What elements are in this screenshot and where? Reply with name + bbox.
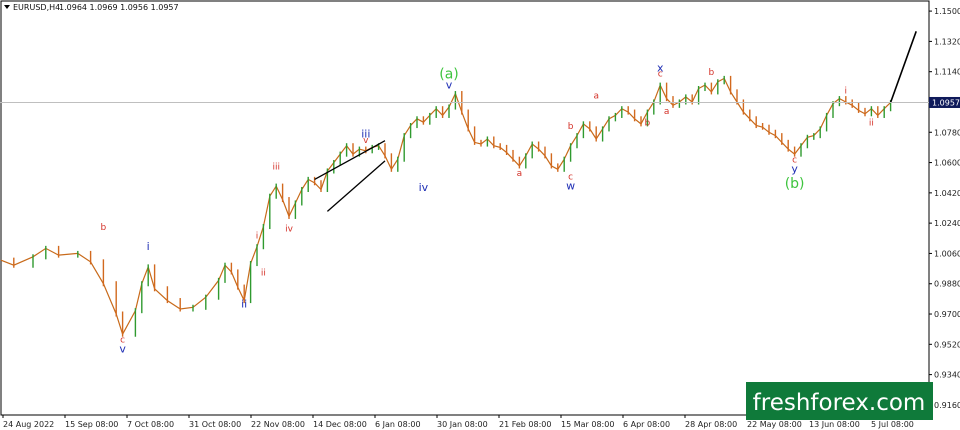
x-tick-label: 5 Jul 08:00 bbox=[871, 420, 914, 429]
y-tick-label: 0.9880 bbox=[934, 280, 960, 289]
y-tick-label: 1.0060 bbox=[934, 249, 960, 258]
wave-label: (b) bbox=[785, 176, 805, 192]
wave-label: i bbox=[256, 231, 259, 241]
y-tick-label: 1.1500 bbox=[934, 7, 960, 16]
wave-label: iv bbox=[419, 181, 429, 194]
y-tick-label: 1.0240 bbox=[934, 219, 960, 228]
wave-label: b bbox=[645, 119, 651, 129]
price-chart[interactable]: bcviiiiiiiiiiviiiviv(a)vabcwabxcabcy(b)i… bbox=[0, 0, 960, 430]
x-tick-label: 6 Apr 08:00 bbox=[623, 420, 670, 429]
x-tick-label: 7 Oct 08:00 bbox=[127, 420, 174, 429]
x-tick-label: 24 Aug 2022 bbox=[3, 420, 54, 429]
x-tick-label: 15 Sep 08:00 bbox=[65, 420, 118, 429]
x-tick-label: 28 Apr 08:00 bbox=[685, 420, 737, 429]
wave-label: ii bbox=[241, 297, 247, 310]
y-tick-label: 0.9160 bbox=[934, 401, 960, 410]
symbol-label: EURUSD,H4 bbox=[13, 3, 60, 12]
wave-label: b bbox=[709, 68, 715, 78]
wave-label: c bbox=[658, 70, 663, 80]
wave-label: ii bbox=[869, 119, 874, 129]
current-price-label: 1.0957 bbox=[932, 98, 960, 107]
x-tick-label: 22 May 08:00 bbox=[747, 420, 802, 429]
ohlc-values: 1.0964 1.0969 1.0956 1.0957 bbox=[59, 3, 179, 12]
y-tick-label: 0.9340 bbox=[934, 371, 960, 380]
y-tick-label: 1.0600 bbox=[934, 159, 960, 168]
wave-label: v bbox=[119, 343, 126, 356]
wave-label: y bbox=[791, 163, 798, 176]
watermark: freshforex.com bbox=[746, 382, 933, 420]
wave-label: v bbox=[363, 136, 369, 146]
wave-label: a bbox=[664, 107, 670, 117]
y-tick-label: 1.0780 bbox=[934, 128, 960, 137]
wave-label: ii bbox=[261, 268, 266, 278]
x-tick-label: 21 Feb 08:00 bbox=[499, 420, 551, 429]
wave-label: iv bbox=[285, 225, 294, 235]
x-tick-label: 14 Dec 08:00 bbox=[313, 420, 367, 429]
wave-label: w bbox=[566, 179, 575, 192]
wave-label: i bbox=[147, 240, 150, 253]
wave-label: iii bbox=[272, 162, 280, 172]
chart-header: EURUSD,H4 1.0964 1.0969 1.0956 1.0957 bbox=[4, 3, 179, 12]
wave-label: i bbox=[845, 87, 848, 97]
x-tick-label: 31 Oct 08:00 bbox=[189, 420, 241, 429]
x-tick-label: 6 Jan 08:00 bbox=[375, 420, 421, 429]
y-tick-label: 1.1320 bbox=[934, 37, 960, 46]
wave-label: b bbox=[568, 122, 574, 132]
y-tick-label: 0.9520 bbox=[934, 340, 960, 349]
y-tick-label: 1.0420 bbox=[934, 189, 960, 198]
x-tick-label: 13 Jun 08:00 bbox=[809, 420, 860, 429]
wave-label: v bbox=[446, 79, 453, 92]
chart-background bbox=[0, 0, 960, 430]
x-tick-label: 15 Mar 08:00 bbox=[561, 420, 614, 429]
x-tick-label: 22 Nov 08:00 bbox=[251, 420, 305, 429]
y-tick-label: 0.9700 bbox=[934, 310, 960, 319]
wave-label: a bbox=[593, 92, 599, 102]
x-tick-label: 30 Jan 08:00 bbox=[437, 420, 488, 429]
wave-label: b bbox=[101, 223, 107, 233]
y-tick-label: 1.1140 bbox=[934, 68, 960, 77]
wave-label: a bbox=[517, 169, 523, 179]
watermark-text: freshforex.com bbox=[753, 390, 926, 416]
